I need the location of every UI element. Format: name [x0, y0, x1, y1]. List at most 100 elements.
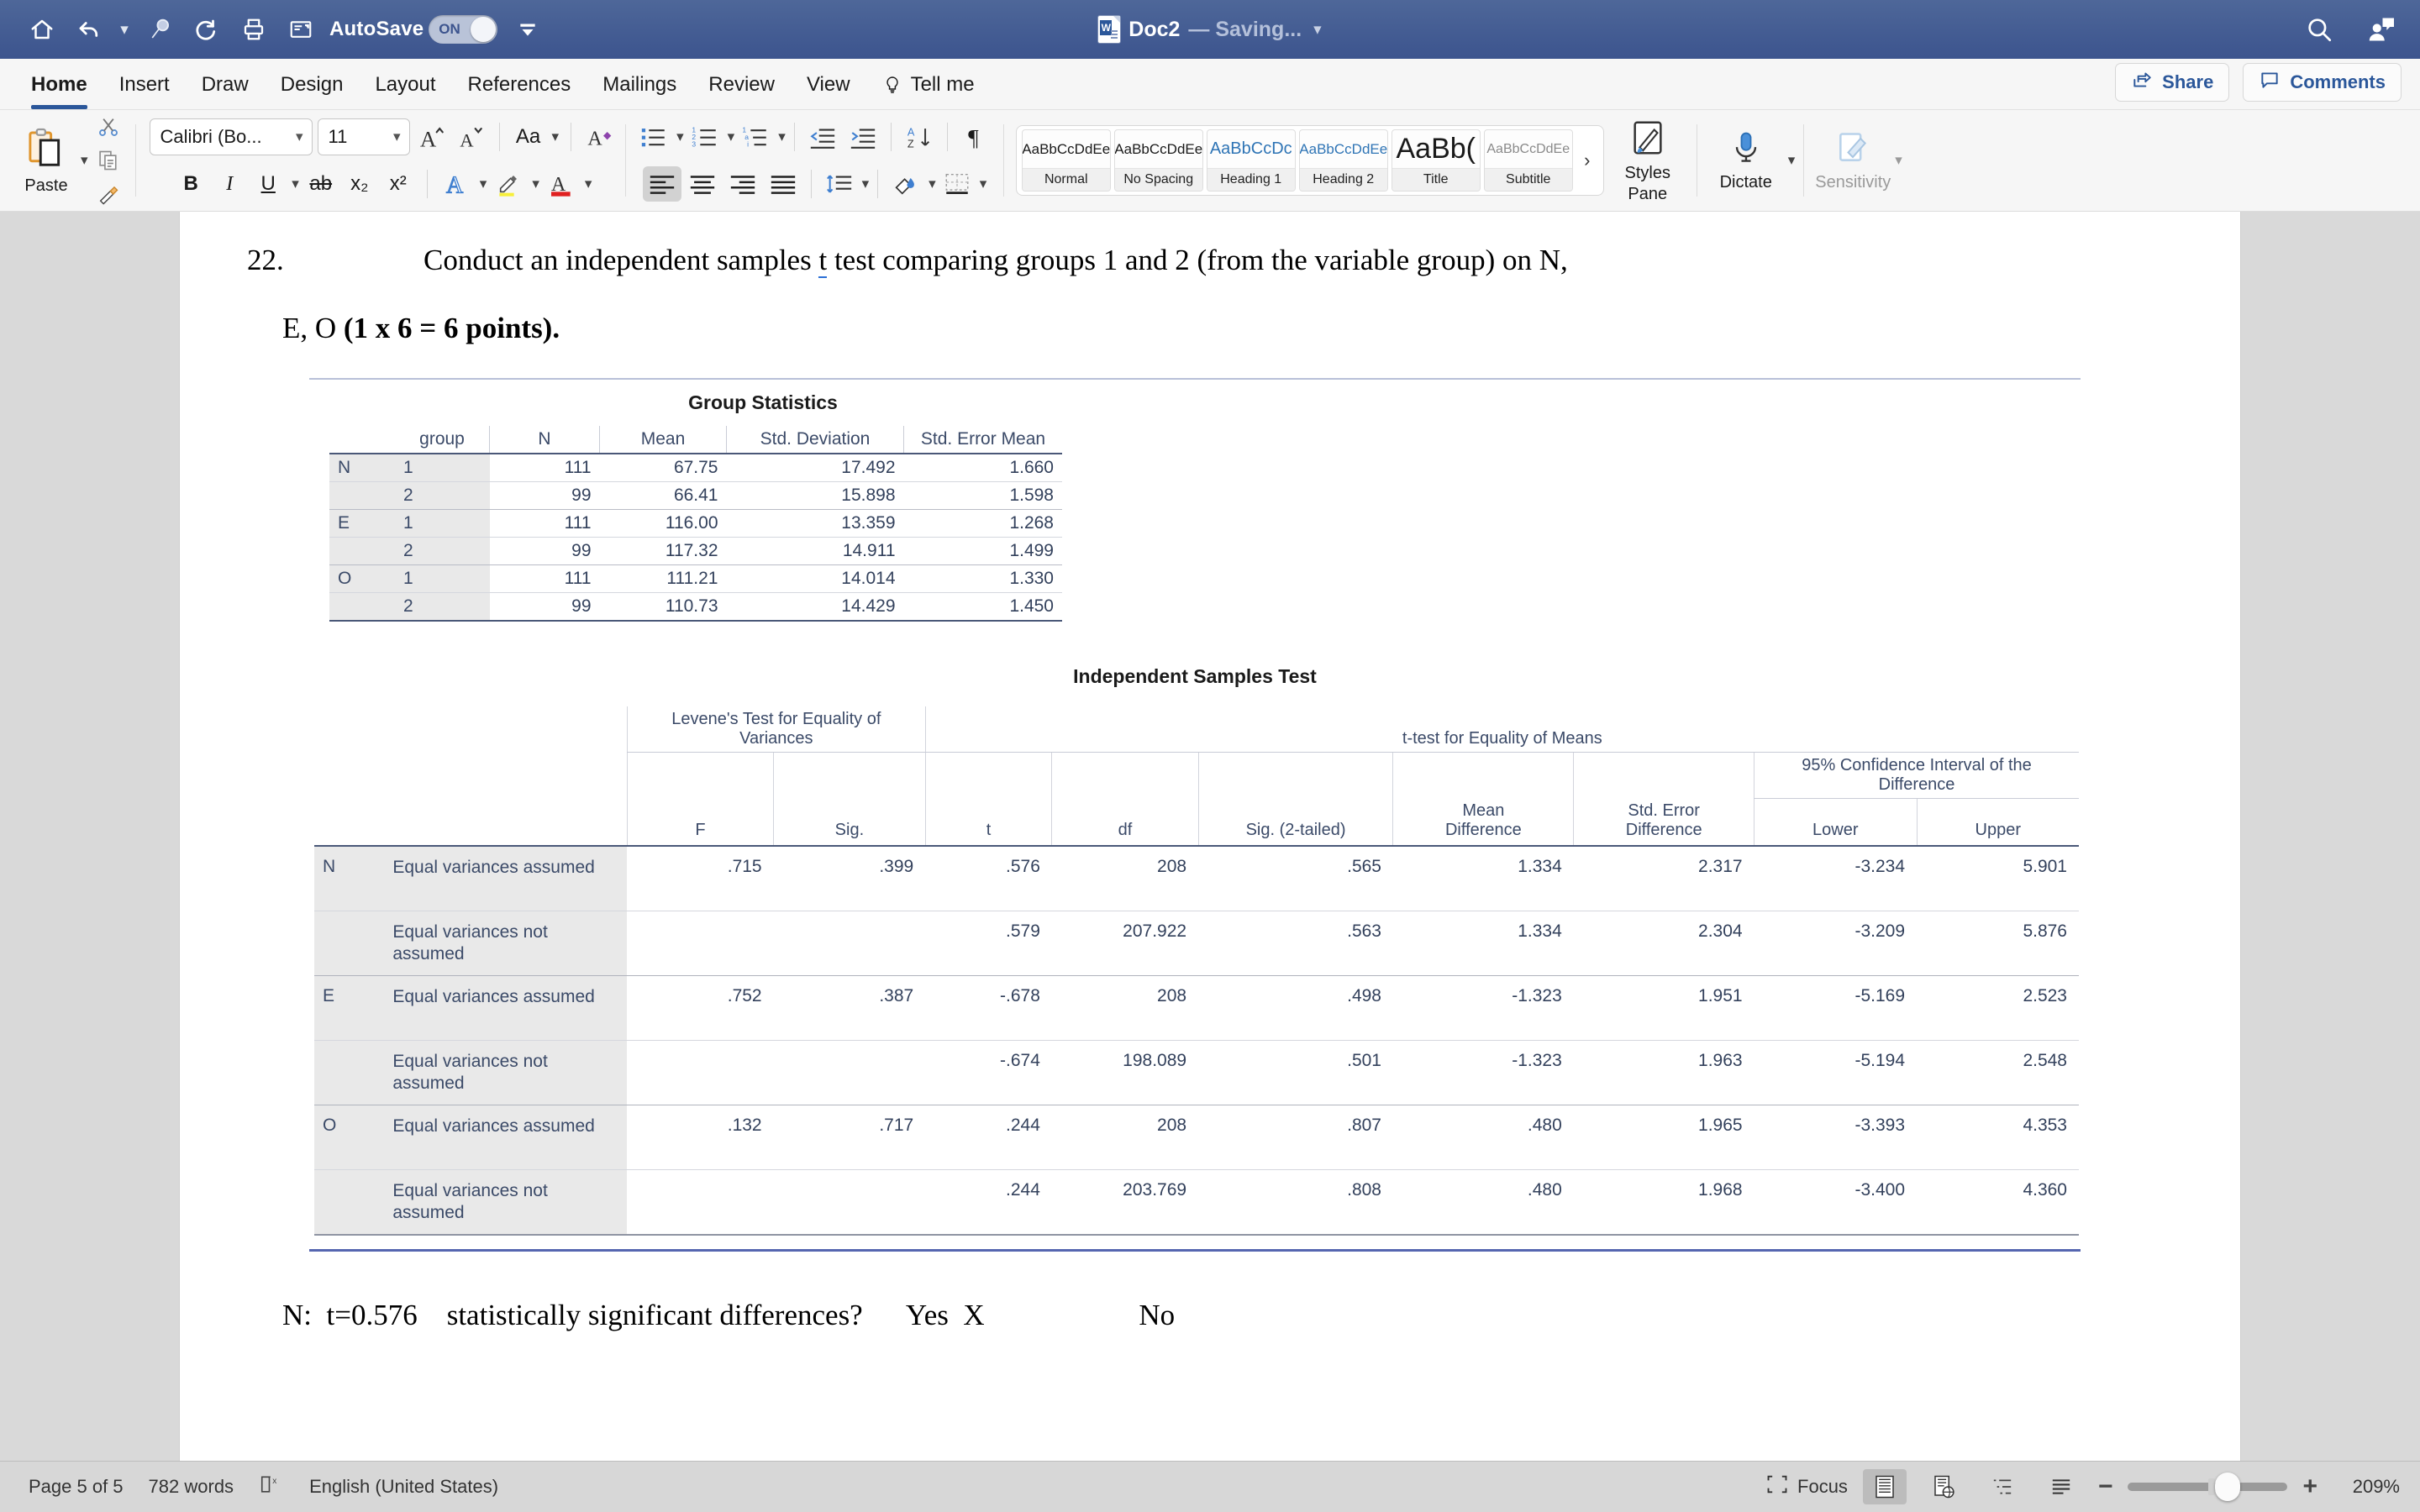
- tab-tell-me[interactable]: Tell me: [866, 60, 991, 109]
- autosave-toggle[interactable]: ON: [429, 15, 498, 44]
- document-canvas[interactable]: 22. Conduct an independent samples t test…: [0, 212, 2420, 1461]
- print-icon[interactable]: [230, 6, 277, 53]
- document-paragraph-1[interactable]: 22. Conduct an independent samples t test…: [180, 212, 2240, 278]
- underline-caret[interactable]: ▾: [292, 176, 299, 192]
- numbered-list-icon[interactable]: 123: [686, 119, 724, 155]
- style-subtitle[interactable]: AaBbCcDdEe Subtitle: [1483, 129, 1573, 192]
- decrease-indent-icon[interactable]: [803, 119, 842, 155]
- tab-view[interactable]: View: [791, 60, 866, 109]
- clear-formatting-icon[interactable]: A: [583, 119, 617, 155]
- home-icon[interactable]: [18, 6, 66, 53]
- more-commands-icon[interactable]: [504, 6, 551, 53]
- styles-gallery-more-icon[interactable]: ›: [1576, 150, 1598, 171]
- dictate-caret[interactable]: ▾: [1788, 152, 1796, 169]
- borders-caret[interactable]: ▾: [980, 176, 987, 192]
- redo-icon[interactable]: [183, 6, 230, 53]
- zoom-slider[interactable]: [2128, 1473, 2288, 1501]
- document-paragraph-2[interactable]: E, O (1 x 6 = 6 points).: [180, 276, 2240, 344]
- font-color-caret[interactable]: ▾: [585, 176, 592, 192]
- comments-button[interactable]: Comments: [2243, 63, 2402, 102]
- shrink-font-icon[interactable]: A: [454, 119, 487, 155]
- highlight-caret[interactable]: ▾: [532, 176, 539, 192]
- copy-icon[interactable]: [90, 147, 127, 174]
- shading-caret[interactable]: ▾: [929, 176, 936, 192]
- print-layout-view-icon[interactable]: [1862, 1469, 1907, 1504]
- undo-dropdown-caret[interactable]: ▾: [113, 6, 136, 53]
- align-right-icon[interactable]: [723, 166, 762, 202]
- line-spacing-caret[interactable]: ▾: [862, 176, 870, 192]
- language-indicator[interactable]: English (United States): [309, 1476, 498, 1498]
- grow-font-icon[interactable]: A: [415, 119, 449, 155]
- numbering-caret[interactable]: ▾: [728, 129, 735, 145]
- account-icon[interactable]: [2360, 8, 2403, 51]
- font-color-icon[interactable]: A: [544, 166, 578, 202]
- search-icon[interactable]: [2297, 8, 2341, 51]
- tab-review[interactable]: Review: [692, 60, 791, 109]
- style-heading-1[interactable]: AaBbCcDc Heading 1: [1206, 129, 1296, 192]
- paste-options-caret[interactable]: ▾: [81, 152, 88, 169]
- tab-references[interactable]: References: [452, 60, 587, 109]
- justify-icon[interactable]: [764, 166, 802, 202]
- dictate-button[interactable]: Dictate: [1706, 110, 1786, 211]
- page-indicator[interactable]: Page 5 of 5: [29, 1476, 124, 1498]
- bullets-caret[interactable]: ▾: [676, 129, 684, 145]
- zoom-slider-handle[interactable]: [2215, 1473, 2241, 1501]
- word-count[interactable]: 782 words: [149, 1476, 234, 1498]
- share-button[interactable]: Share: [2115, 63, 2230, 102]
- format-painter-icon[interactable]: [90, 181, 127, 207]
- sort-az-icon[interactable]: AZ: [900, 119, 939, 155]
- spss-output-object[interactable]: Group Statistics group N Mean Std. Devia…: [180, 377, 2240, 1252]
- text-effects-caret[interactable]: ▾: [480, 176, 487, 192]
- draft-view-icon[interactable]: [2039, 1469, 2083, 1504]
- underline-button[interactable]: U: [251, 166, 285, 202]
- outline-view-icon[interactable]: [1981, 1469, 2024, 1504]
- focus-button[interactable]: Focus: [1765, 1473, 1848, 1500]
- subscript-button[interactable]: x₂: [343, 166, 376, 202]
- font-name-combo[interactable]: Calibri (Bo... ▾: [149, 118, 313, 155]
- paragraph-mark-icon[interactable]: ¶: [956, 119, 995, 155]
- text-effects-icon[interactable]: A: [439, 166, 473, 202]
- strikethrough-button[interactable]: ab: [304, 166, 338, 202]
- tab-home[interactable]: Home: [15, 60, 103, 109]
- line-spacing-icon[interactable]: [820, 166, 859, 202]
- tab-draw[interactable]: Draw: [186, 60, 265, 109]
- borders-icon[interactable]: [938, 166, 976, 202]
- tab-insert[interactable]: Insert: [103, 60, 186, 109]
- style-heading-2[interactable]: AaBbCcDdEe Heading 2: [1298, 129, 1388, 192]
- font-size-combo[interactable]: 11 ▾: [317, 118, 410, 155]
- align-left-icon[interactable]: [642, 166, 681, 202]
- change-case-caret[interactable]: ▾: [552, 129, 560, 145]
- bold-button[interactable]: B: [174, 166, 208, 202]
- document-bottom-line[interactable]: N: t=0.576 statistically significant dif…: [180, 1252, 2240, 1332]
- align-center-icon[interactable]: [683, 166, 722, 202]
- increase-indent-icon[interactable]: [844, 119, 882, 155]
- zoom-level[interactable]: 209%: [2333, 1476, 2400, 1498]
- tab-design[interactable]: Design: [265, 60, 360, 109]
- change-case-button[interactable]: Aa: [512, 119, 545, 155]
- web-layout-view-icon[interactable]: [1922, 1469, 1965, 1504]
- superscript-button[interactable]: x²: [381, 166, 415, 202]
- title-dropdown-caret[interactable]: ▾: [1313, 20, 1322, 39]
- tab-mailings[interactable]: Mailings: [587, 60, 692, 109]
- proofing-errors-icon[interactable]: x: [259, 1473, 284, 1500]
- text-highlight-icon[interactable]: [492, 166, 525, 202]
- sensitivity-caret[interactable]: ▾: [1895, 152, 1902, 169]
- multilevel-list-icon[interactable]: 1ai: [736, 119, 775, 155]
- multilevel-caret[interactable]: ▾: [778, 129, 786, 145]
- zoom-out-button[interactable]: −: [2098, 1473, 2113, 1501]
- print-preview-icon[interactable]: [277, 6, 324, 53]
- bullet-list-icon[interactable]: [634, 119, 673, 155]
- scissors-icon[interactable]: [90, 113, 127, 140]
- sensitivity-button[interactable]: Sensitivity: [1812, 110, 1893, 211]
- customize-quick-access-icon[interactable]: [136, 6, 183, 53]
- italic-button[interactable]: I: [213, 166, 246, 202]
- undo-icon[interactable]: [66, 6, 113, 53]
- style-title[interactable]: AaBb( Title: [1391, 129, 1481, 192]
- style-normal[interactable]: AaBbCcDdEe Normal: [1021, 129, 1111, 192]
- style-no-spacing[interactable]: AaBbCcDdEe No Spacing: [1113, 129, 1203, 192]
- styles-pane-button[interactable]: Styles Pane: [1607, 110, 1688, 211]
- shading-icon[interactable]: [886, 166, 925, 202]
- paste-button[interactable]: Paste: [13, 125, 79, 196]
- zoom-in-button[interactable]: +: [2302, 1473, 2317, 1501]
- tab-layout[interactable]: Layout: [359, 60, 451, 109]
